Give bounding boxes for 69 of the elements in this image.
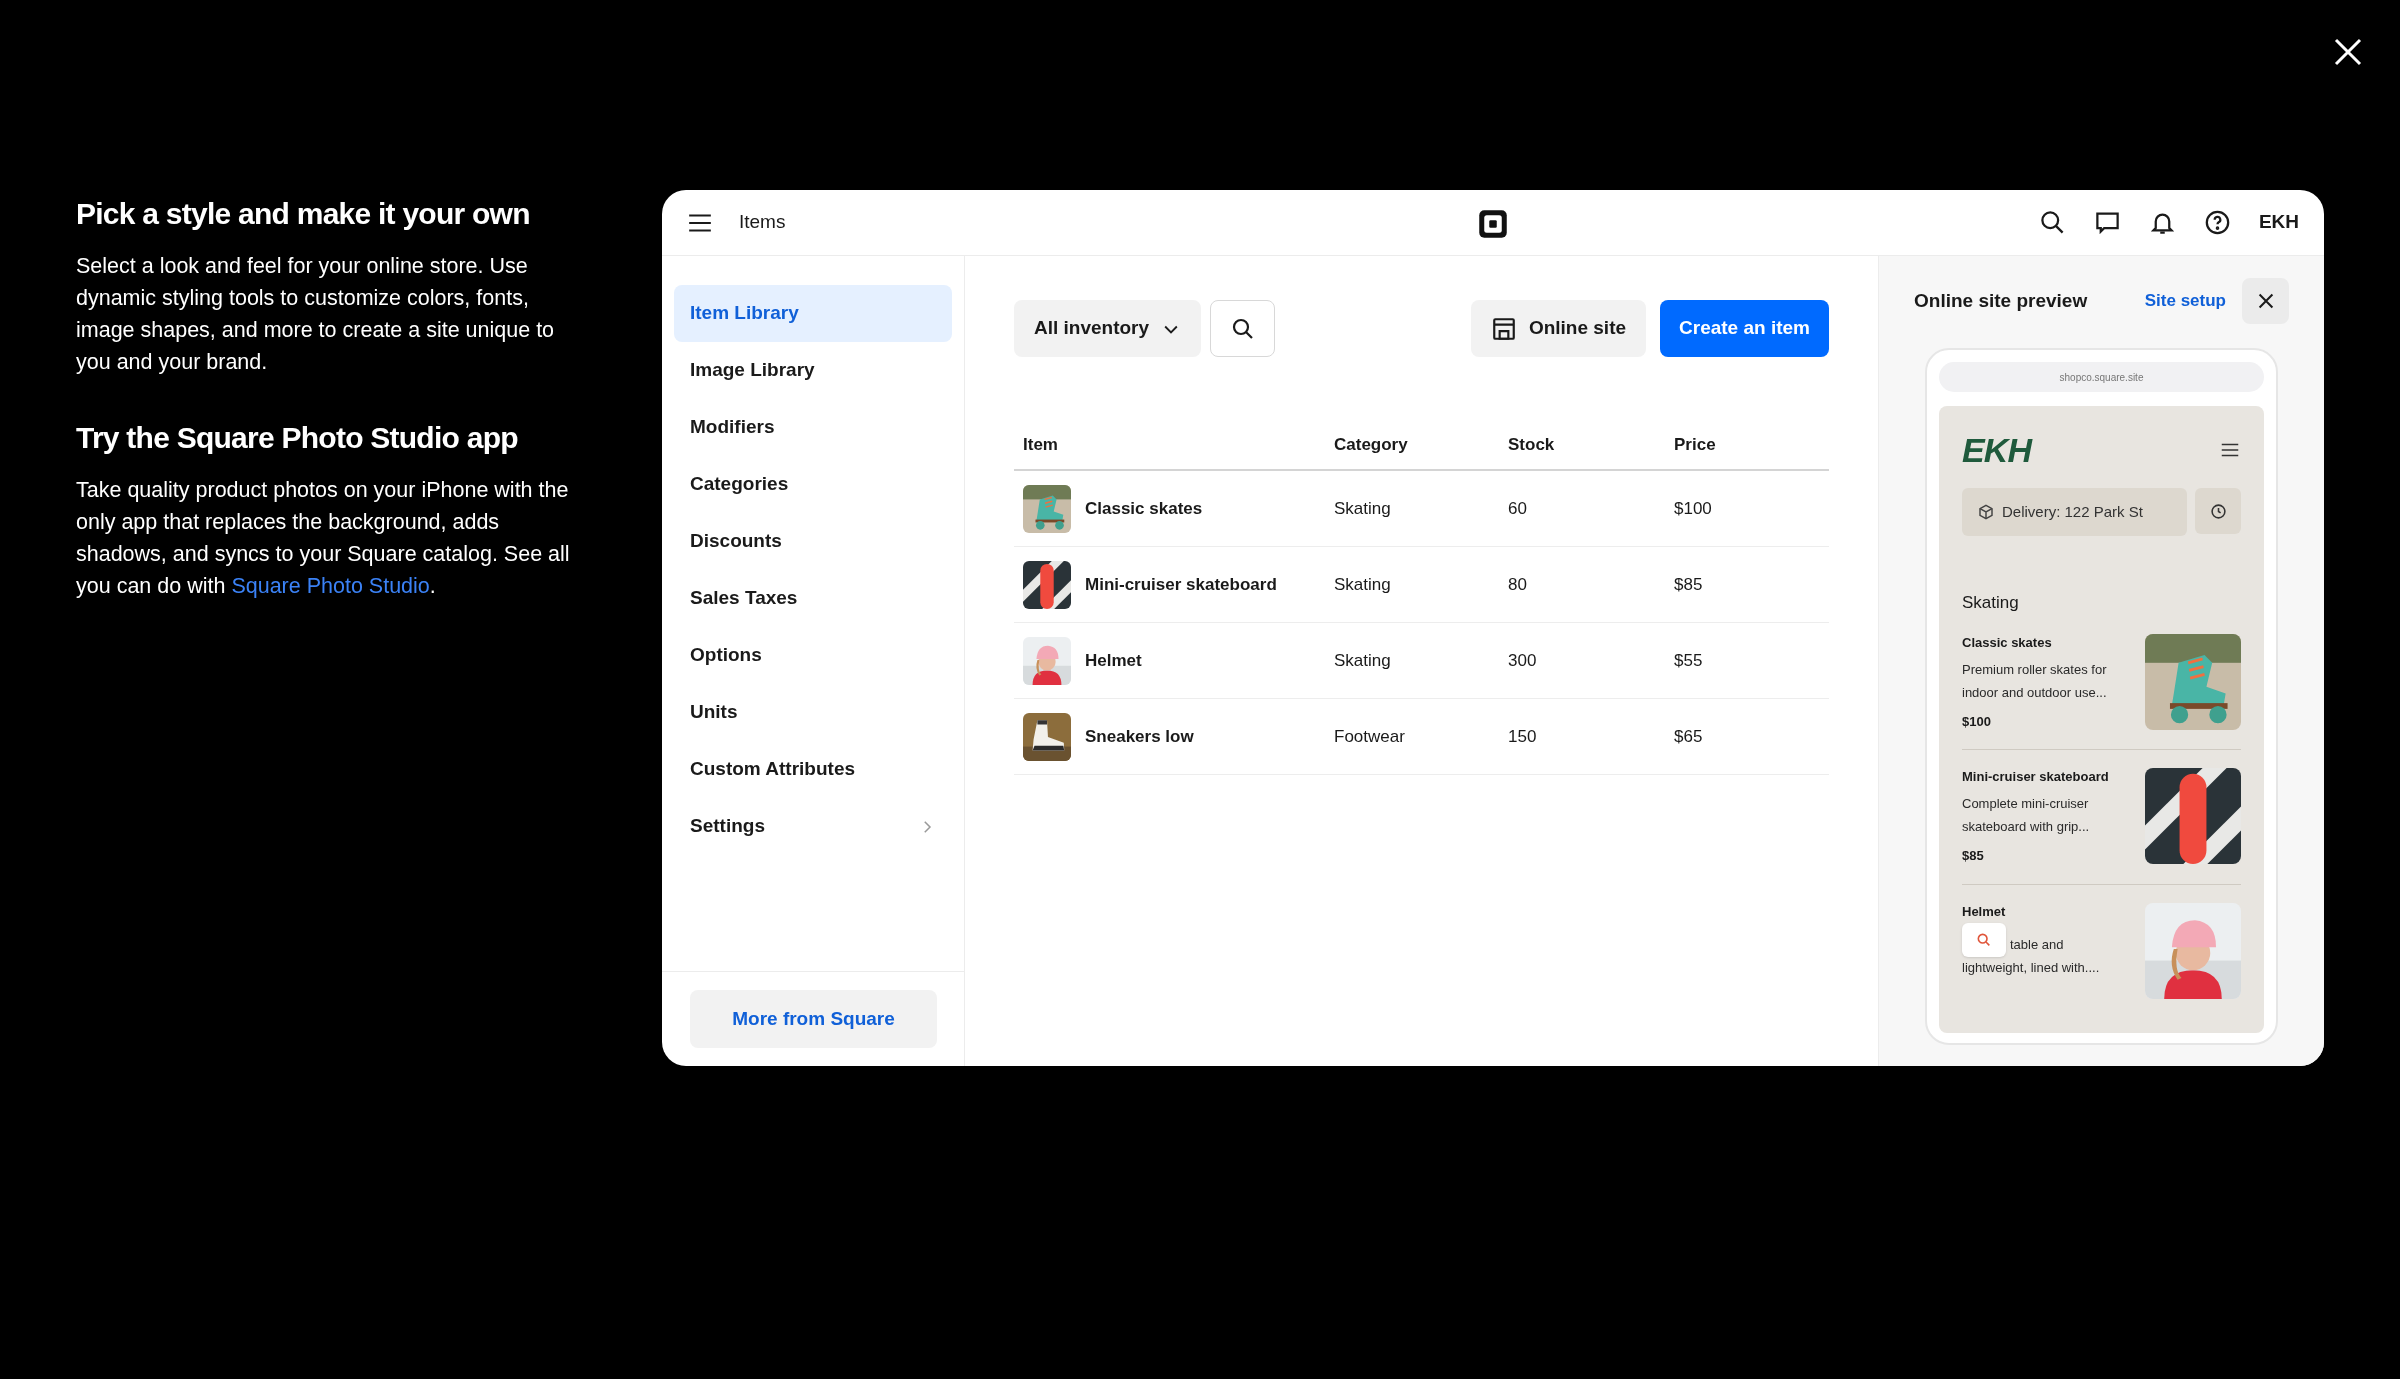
product-name[interactable]: Classic skates [1962,633,2135,652]
sidebar-item[interactable]: Categories [674,456,952,513]
table-cell-text: $100 [1673,497,1713,520]
schedule-button[interactable] [2195,488,2241,534]
help-icon[interactable] [2203,209,2231,236]
url-bar: shopco.square.site [1939,362,2264,392]
create-item-button[interactable]: Create an item [1660,300,1829,357]
preview-title: Online site preview [1914,288,2088,313]
table-cell-text: Footwear [1333,725,1406,748]
table-cell-text: 300 [1507,649,1538,672]
search-icon[interactable] [2038,209,2066,236]
search-button[interactable] [1210,300,1276,357]
search-icon [1230,316,1255,341]
section-text: Take quality product photos on your iPhone with the only app that replaces the background, adds shadows, and syncs to your Square catalog. See all you can do with Square Photo Studio. [76,477,571,600]
table-cell-text: $65 [1673,725,1704,748]
table-cell-text: Skating [1333,573,1392,596]
sidebar-item[interactable]: Item Library [674,285,952,342]
close-preview-button[interactable] [2242,278,2289,324]
sidebar-item[interactable]: Custom Attributes [674,741,952,798]
clock-icon [2209,502,2227,520]
logo-icon[interactable] [1478,209,1508,239]
account-menu[interactable]: EKH [2258,208,2299,237]
search-icon [1976,931,1992,948]
delivery-button[interactable]: Delivery: 122 Park St [1962,488,2187,536]
product-description: Complete mini-cruiser skateboard with grip... [1962,795,2091,836]
item-name[interactable]: Helmet [1085,647,1142,674]
product-description: lightweight, lined with.... [1962,958,2100,977]
page-title: Items [739,210,786,235]
sidebar-item[interactable]: Sales Taxes [674,570,952,627]
table-cell-text: 60 [1507,497,1528,520]
online-site-button[interactable]: Online site [1470,300,1647,357]
photo-studio-link[interactable]: Square Photo Studio [231,574,430,598]
sidebar-item[interactable]: Image Library [674,342,952,399]
more-from-square-button[interactable]: More from Square [690,990,937,1048]
package-icon [1978,504,1994,520]
section-text: Select a look and feel for your online store. Use dynamic styling tools to customize colors, fonts, image shapes, and more to create a site unique to you and your brand. [76,253,556,376]
sidebar-item[interactable]: Settings [674,798,952,855]
product-price: $85 [1962,847,1985,865]
product-name[interactable]: Mini-cruiser skateboard [1962,768,2135,786]
table-cell-text: 150 [1507,725,1538,748]
table-cell-text: Skating [1333,649,1392,672]
table-cell-text: Skating [1333,497,1392,520]
product-description: table and [2010,935,2064,954]
storefront-icon [1490,315,1517,342]
sidebar-item[interactable]: Discounts [674,513,952,570]
site-setup-link[interactable]: Site setup [2144,288,2226,314]
inventory-dropdown[interactable]: All inventory [1014,300,1202,357]
table-cell-text: $55 [1673,649,1704,672]
column-header: Stock [1507,434,1556,457]
floating-search-button[interactable] [1962,922,2006,957]
chat-icon[interactable] [2093,209,2121,236]
store-logo[interactable]: EKH [1962,432,2032,468]
item-name[interactable]: Sneakers low [1085,723,1194,750]
column-header: Category [1333,434,1409,457]
product-name[interactable]: Helmet [1962,902,2135,921]
sidebar-item[interactable]: Options [674,627,952,684]
item-name[interactable]: Classic skates [1085,495,1203,522]
item-name[interactable]: Mini-cruiser skateboard [1085,571,1277,598]
product-description: Premium roller skates for indoor and outdoor use... [1962,660,2108,702]
column-header: Item [1022,434,1059,457]
sidebar-item[interactable]: Units [674,684,952,741]
table-cell-text: $85 [1673,573,1704,596]
column-header: Price [1673,434,1717,457]
table-cell-text: 80 [1507,573,1528,596]
sidebar-item[interactable]: Modifiers [674,399,952,456]
section-heading: Skating [1962,592,2020,614]
section-heading: Try the Square Photo Studio app [76,420,519,456]
product-price: $100 [1962,712,1992,731]
section-heading: Pick a style and make it your own [76,196,531,232]
